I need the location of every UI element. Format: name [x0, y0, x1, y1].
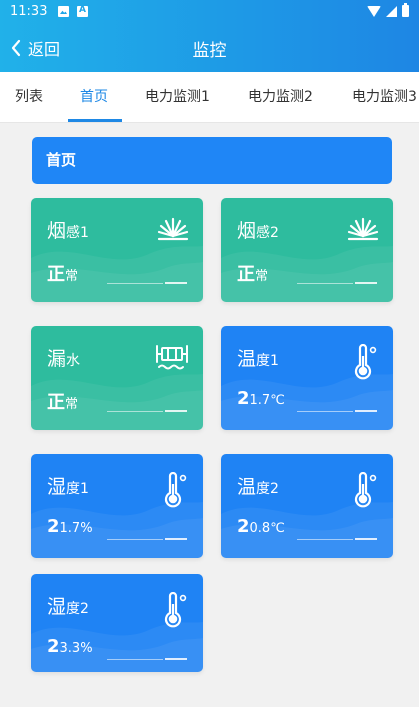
card-divider	[297, 283, 353, 284]
card-name: 湿度1	[47, 476, 89, 498]
water-leak-icon	[156, 345, 188, 370]
thermometer-icon	[164, 592, 187, 628]
card-divider-accent	[165, 410, 187, 412]
card-name: 温度2	[237, 476, 279, 498]
card-value: 正常	[237, 264, 269, 285]
card-value: 正常	[47, 392, 79, 413]
card-name: 漏水	[47, 348, 81, 370]
tab-bar: 列表 首页 电力监测1 电力监测2 电力监测3	[0, 72, 419, 123]
tab-power-monitor-3[interactable]: 电力监测3	[352, 72, 417, 122]
app-notification-icon	[77, 5, 88, 17]
system-icons	[367, 3, 409, 17]
battery-icon	[402, 3, 409, 17]
card-divider	[297, 539, 353, 540]
card-wave-decoration	[31, 246, 203, 302]
sensor-card-humidity-1[interactable]: 湿度1 21.7%	[31, 454, 203, 558]
thermometer-icon	[164, 472, 187, 508]
chevron-left-icon	[11, 39, 21, 57]
sensor-card-smoke-2[interactable]: 烟感2 正常	[221, 198, 393, 302]
card-wave-decoration	[221, 246, 393, 302]
notification-icons	[58, 5, 88, 17]
tab-home[interactable]: 首页	[80, 72, 108, 122]
sensor-card-temperature-2[interactable]: 温度2 20.8℃	[221, 454, 393, 558]
sensor-card-temperature-1[interactable]: 温度1 21.7℃	[221, 326, 393, 430]
sensor-card-smoke-1[interactable]: 烟感1 正常	[31, 198, 203, 302]
card-divider	[107, 283, 163, 284]
card-divider-accent	[165, 658, 187, 660]
status-bar: 11:33	[0, 0, 419, 24]
thermometer-icon	[354, 344, 377, 380]
page-title: 监控	[192, 41, 227, 61]
back-label: 返回	[28, 40, 61, 59]
card-value: 23.3%	[47, 636, 93, 657]
sensor-card-humidity-2[interactable]: 湿度2 23.3%	[31, 574, 203, 672]
tab-power-monitor-2[interactable]: 电力监测2	[248, 72, 313, 122]
wifi-icon	[367, 5, 381, 17]
tab-power-monitor-1[interactable]: 电力监测1	[145, 72, 210, 122]
card-value: 21.7℃	[237, 388, 285, 409]
section-header: 首页	[32, 137, 392, 184]
card-divider-accent	[165, 538, 187, 540]
back-button[interactable]: 返回	[10, 36, 60, 60]
card-name: 温度1	[237, 348, 279, 370]
card-value: 20.8℃	[237, 516, 285, 537]
status-time: 11:33	[10, 4, 48, 19]
tab-list[interactable]: 列表	[15, 72, 43, 122]
card-divider	[107, 411, 163, 412]
card-divider	[297, 411, 353, 412]
card-wave-decoration	[31, 374, 203, 430]
card-divider	[107, 539, 163, 540]
signal-icon	[386, 5, 397, 17]
sensor-card-water-leak[interactable]: 漏水 正常	[31, 326, 203, 430]
card-value: 正常	[47, 264, 79, 285]
card-value: 21.7%	[47, 516, 93, 537]
smoke-sensor-icon	[347, 217, 379, 241]
card-divider-accent	[355, 410, 377, 412]
card-divider	[107, 659, 163, 660]
active-tab-indicator	[68, 119, 122, 122]
card-name: 湿度2	[47, 596, 89, 618]
smoke-sensor-icon	[157, 217, 189, 241]
app-bar: 11:33 返回 监控	[0, 0, 419, 72]
card-name: 烟感1	[47, 220, 89, 242]
thermometer-icon	[354, 472, 377, 508]
card-divider-accent	[355, 282, 377, 284]
card-divider-accent	[355, 538, 377, 540]
card-name: 烟感2	[237, 220, 279, 242]
card-divider-accent	[165, 282, 187, 284]
image-notification-icon	[58, 6, 69, 17]
